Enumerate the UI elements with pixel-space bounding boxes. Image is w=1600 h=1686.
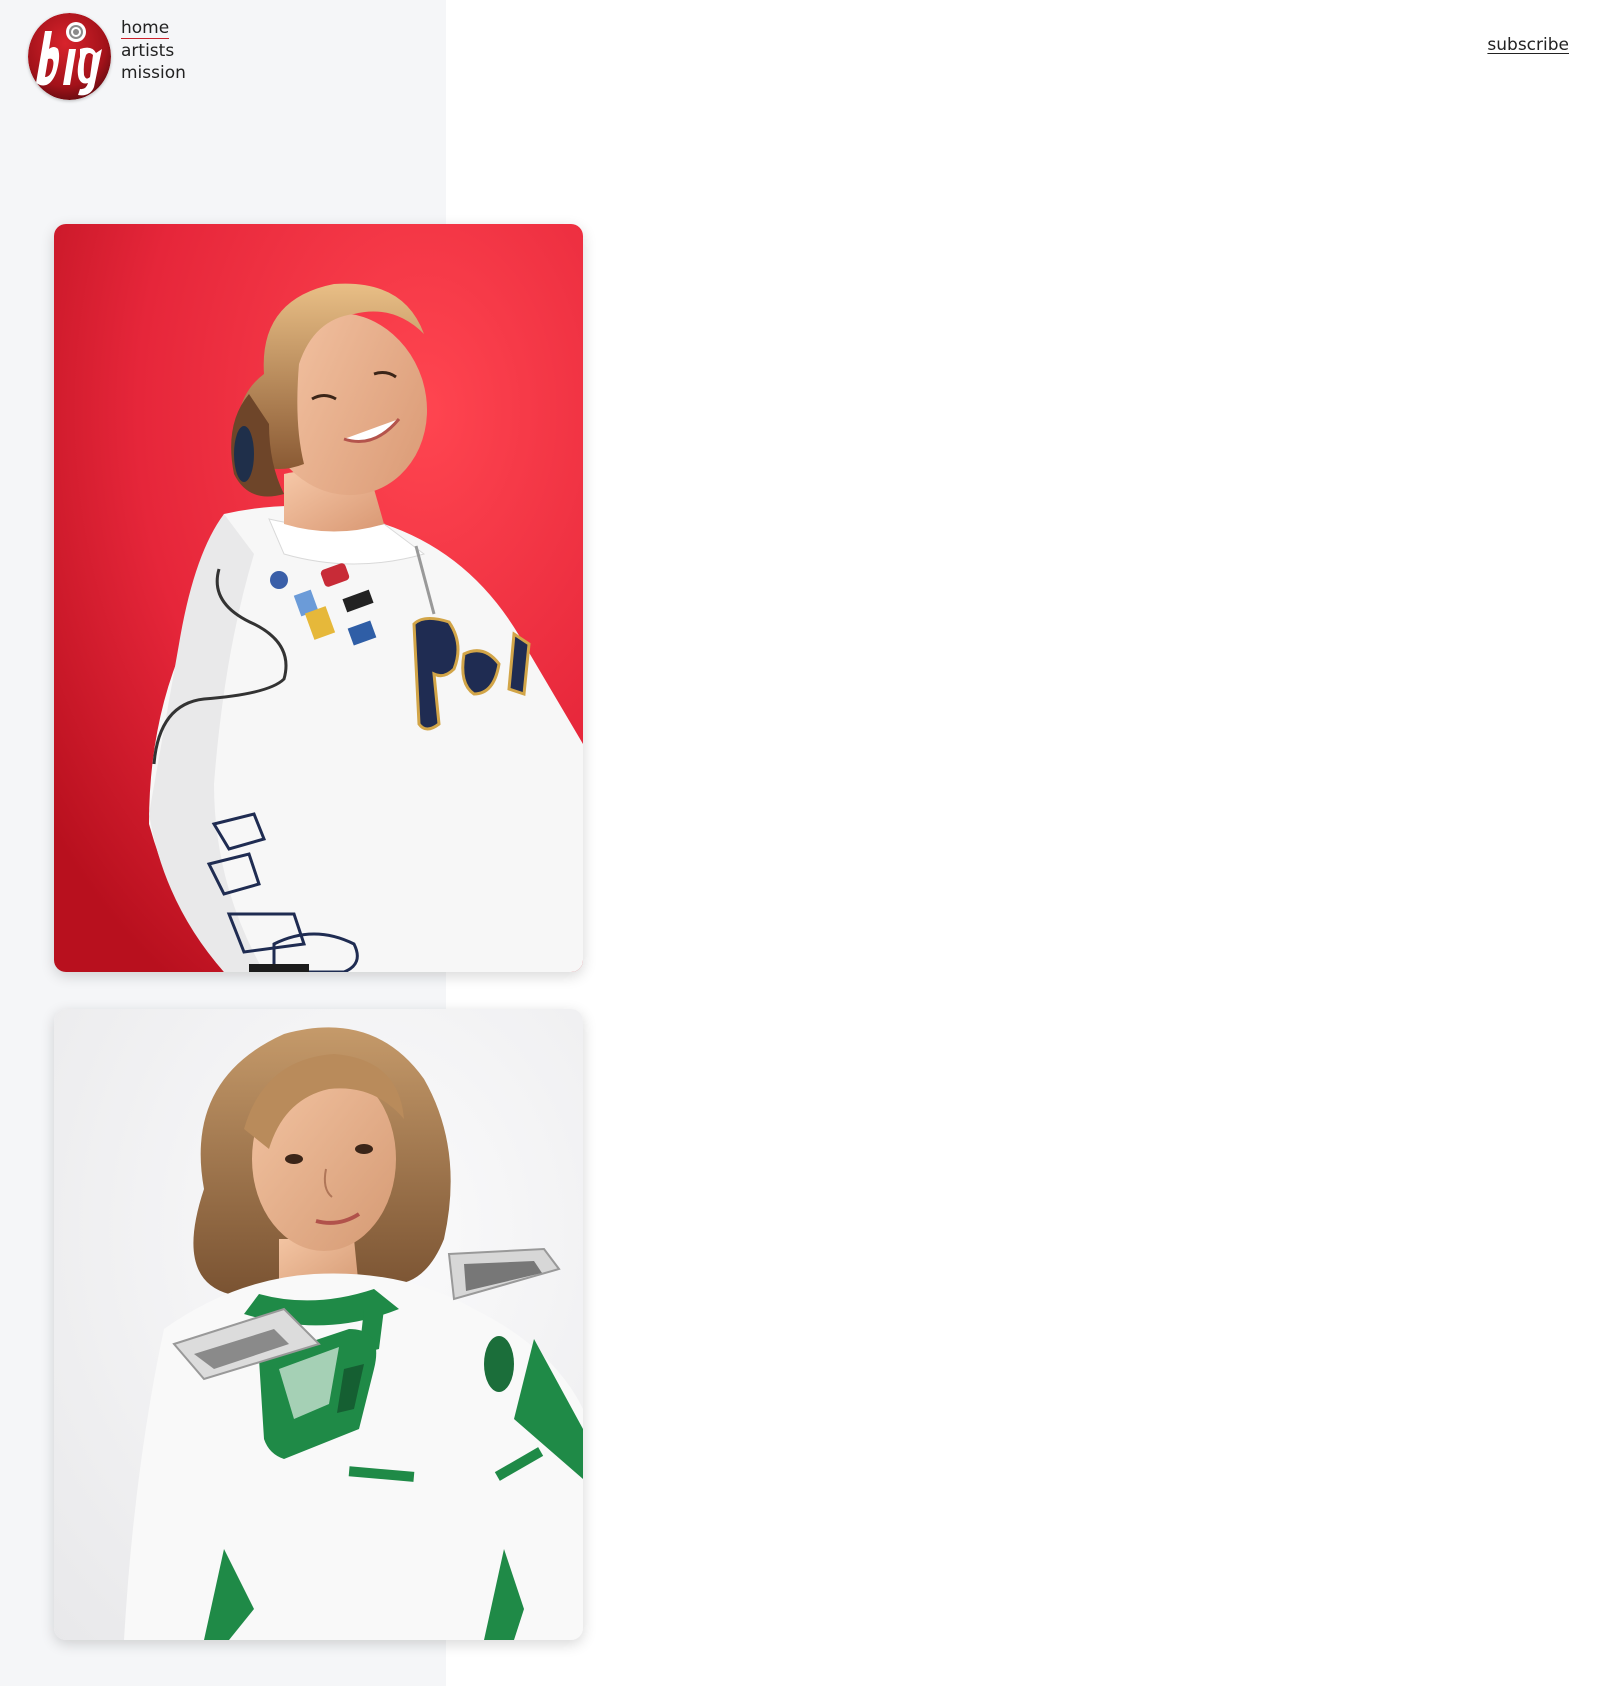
artist-photo-white[interactable] <box>54 1009 583 1640</box>
artist-photo-red[interactable] <box>54 224 583 972</box>
nav-item-home[interactable]: home <box>121 18 170 39</box>
subscribe-link[interactable]: subscribe <box>1487 34 1569 56</box>
brand-logo[interactable] <box>28 13 111 100</box>
main-navigation: home artists mission <box>121 18 186 84</box>
nav-item-artists[interactable]: artists <box>121 40 174 62</box>
nav-item-mission[interactable]: mission <box>121 62 186 84</box>
